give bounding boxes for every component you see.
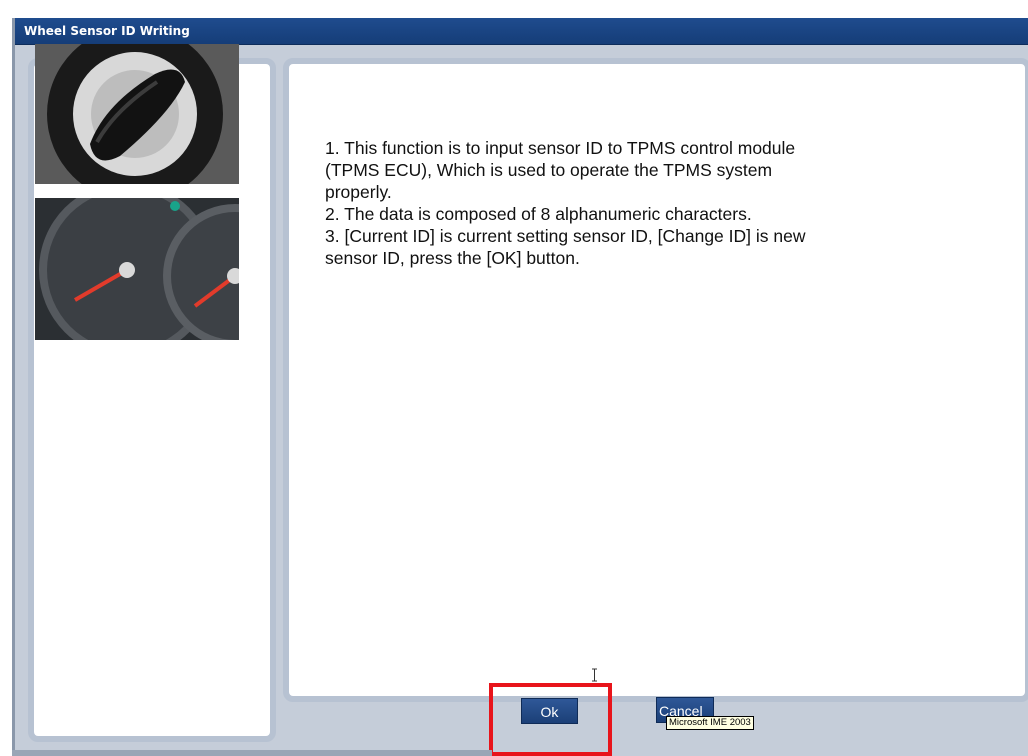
instruction-text: 1. This function is to input sensor ID t… (325, 138, 806, 268)
ok-highlight-box (489, 683, 612, 756)
ignition-key-image (35, 44, 239, 184)
title-bar: Wheel Sensor ID Writing (15, 18, 1028, 45)
instrument-cluster-image (35, 198, 239, 340)
taskbar-strip (12, 750, 492, 756)
text-cursor-icon (591, 668, 598, 682)
instruction-panel: 1. This function is to input sensor ID t… (283, 58, 1028, 702)
ime-tooltip: Microsoft IME 2003 (666, 716, 754, 730)
window-title: Wheel Sensor ID Writing (24, 24, 190, 38)
